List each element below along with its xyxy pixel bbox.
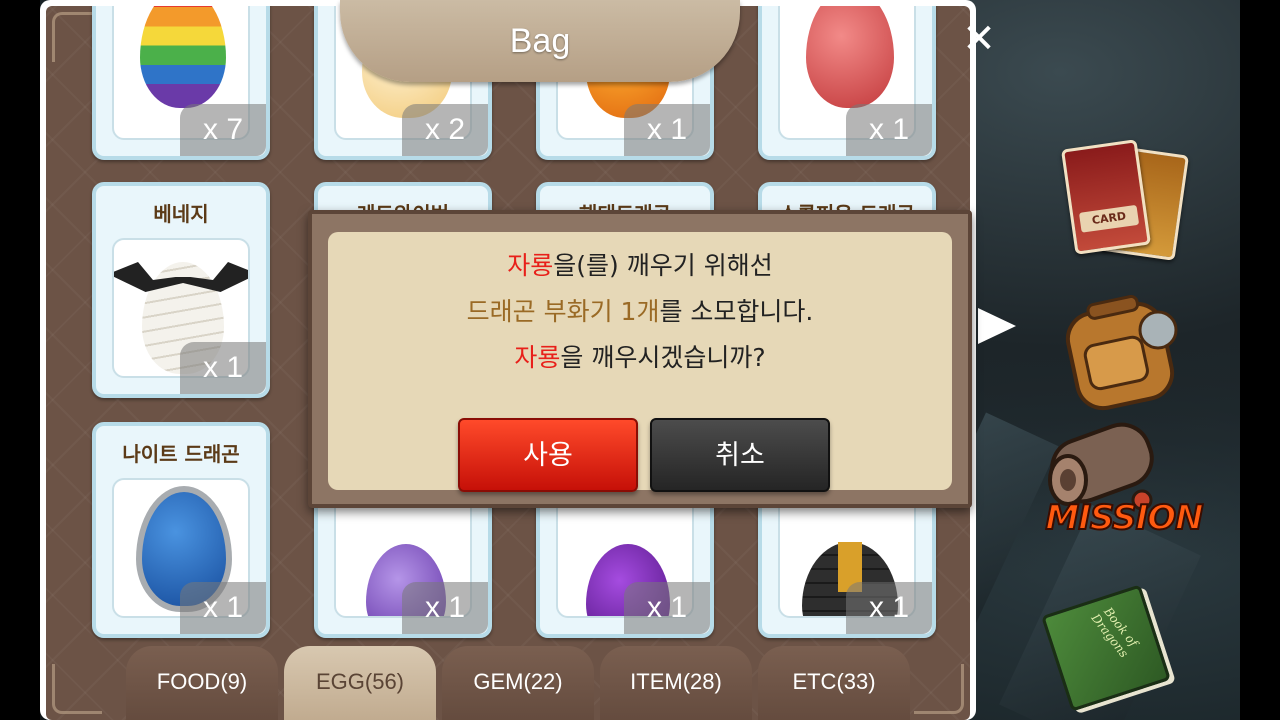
backpack-menu-button[interactable] — [1058, 290, 1188, 414]
item-quantity: x 1 — [180, 582, 266, 634]
item-quantity: x 7 — [180, 104, 266, 156]
panel-pointer — [978, 308, 1016, 344]
item-name: 베네지 — [153, 202, 209, 226]
dragon-name: 자룡 — [514, 343, 561, 372]
backpack-icon — [1065, 295, 1178, 411]
mission-label: MISSION — [1044, 497, 1204, 539]
dialog-text: 을(를) 깨우기 위해선 — [553, 251, 773, 280]
item-quantity: x 1 — [180, 342, 266, 394]
cancel-button[interactable]: 취소 — [650, 418, 830, 492]
card-menu-button[interactable]: CARD — [1060, 139, 1200, 270]
item-quantity: x 1 — [624, 582, 710, 634]
item-quantity: x 2 — [402, 104, 488, 156]
item-quantity: x 1 — [846, 104, 932, 156]
tab-food[interactable]: FOOD(9) — [126, 646, 278, 720]
dialog-line-3: 자룡을 깨우시겠습니까? — [328, 338, 952, 374]
dialog-text: 를 소모합니다. — [659, 297, 814, 326]
bag-title: Bag — [340, 0, 740, 82]
use-button[interactable]: 사용 — [458, 418, 638, 492]
book-icon: Book of Dragons — [1041, 584, 1171, 712]
tab-etc[interactable]: ETC(33) — [758, 646, 910, 720]
tab-gem[interactable]: GEM(22) — [442, 646, 594, 720]
confirm-dialog: 자룡을(를) 깨우기 위해선 드래곤 부화기 1개를 소모합니다. 자룡을 깨우… — [308, 210, 972, 508]
dialog-text: 을 깨우시겠습니까? — [560, 343, 766, 372]
card-label: CARD — [1078, 204, 1140, 233]
item-card[interactable]: x 7 — [92, 6, 270, 160]
red-horned-egg-icon — [806, 6, 894, 108]
dialog-line-2: 드래곤 부화기 1개를 소모합니다. — [328, 292, 952, 328]
book-title: Book of Dragons — [1088, 604, 1141, 661]
dragon-name: 자룡 — [507, 251, 554, 280]
item-card[interactable]: x 1 — [758, 6, 936, 160]
tab-item[interactable]: ITEM(28) — [600, 646, 752, 720]
book-of-dragons-button[interactable]: Book of Dragons — [1036, 584, 1176, 712]
incubator-cost: 드래곤 부화기 1개 — [466, 297, 660, 326]
item-card[interactable]: 베네지 x 1 — [92, 182, 270, 398]
dialog-body: 자룡을(를) 깨우기 위해선 드래곤 부화기 1개를 소모합니다. 자룡을 깨우… — [328, 232, 952, 492]
item-quantity: x 1 — [846, 582, 932, 634]
close-button[interactable]: ✕ — [952, 14, 1006, 64]
item-card[interactable]: 나이트 드래곤 x 1 — [92, 422, 270, 638]
item-name: 나이트 드래곤 — [122, 442, 240, 466]
dialog-line-1: 자룡을(를) 깨우기 위해선 — [328, 246, 952, 282]
tab-egg[interactable]: EGG(56) — [284, 646, 436, 720]
rainbow-egg-icon — [140, 6, 226, 108]
item-quantity: x 1 — [402, 582, 488, 634]
item-quantity: x 1 — [624, 104, 710, 156]
